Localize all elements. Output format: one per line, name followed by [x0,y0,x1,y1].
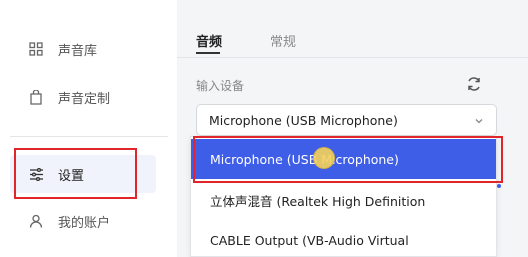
sidebar-item-voice-custom[interactable]: 声音定制 [10,78,156,116]
sidebar: 声音库 声音定制 设置 我的账户 [0,0,177,257]
sidebar-item-my-account[interactable]: 我的账户 [10,202,156,240]
dropdown-option-realtek[interactable]: 立体声混音 (Realtek High Definition [191,180,496,220]
sliders-icon [28,166,44,182]
input-device-selected-value: Microphone (USB Microphone) [209,112,398,128]
sidebar-item-label: 声音定制 [58,91,111,107]
bag-icon [28,89,44,105]
option-label: 立体声混音 (Realtek High Definition [210,193,426,209]
tab-audio[interactable]: 音频 [196,31,222,50]
option-label: CABLE Output (VB-Audio Virtual [210,232,409,248]
dropdown-option-usb-microphone[interactable]: Microphone (USB Microphone) [191,139,496,179]
scroll-indicator [497,184,501,188]
grid-icon [28,41,44,57]
sidebar-item-label: 我的账户 [58,215,111,231]
tab-general[interactable]: 常规 [270,31,296,50]
option-label: Microphone (USB Microphone) [210,151,399,167]
input-device-select[interactable]: Microphone (USB Microphone) [196,104,497,136]
sidebar-item-label: 设置 [58,168,85,184]
active-tab-indicator [196,52,220,54]
tabs-divider [177,57,528,58]
input-device-dropdown: Microphone (USB Microphone) 立体声混音 (Realt… [190,136,497,257]
sidebar-item-label: 声音库 [58,43,98,59]
sidebar-item-sound-library[interactable]: 声音库 [10,30,156,68]
input-device-label: 输入设备 [196,79,245,93]
sidebar-item-settings[interactable]: 设置 [10,155,156,193]
mouse-cursor-icon [313,147,335,169]
refresh-icon[interactable] [465,75,483,93]
dropdown-option-cable-output[interactable]: CABLE Output (VB-Audio Virtual [191,220,496,257]
chevron-down-icon [474,114,484,124]
user-icon [28,213,44,229]
sidebar-divider [10,136,168,137]
